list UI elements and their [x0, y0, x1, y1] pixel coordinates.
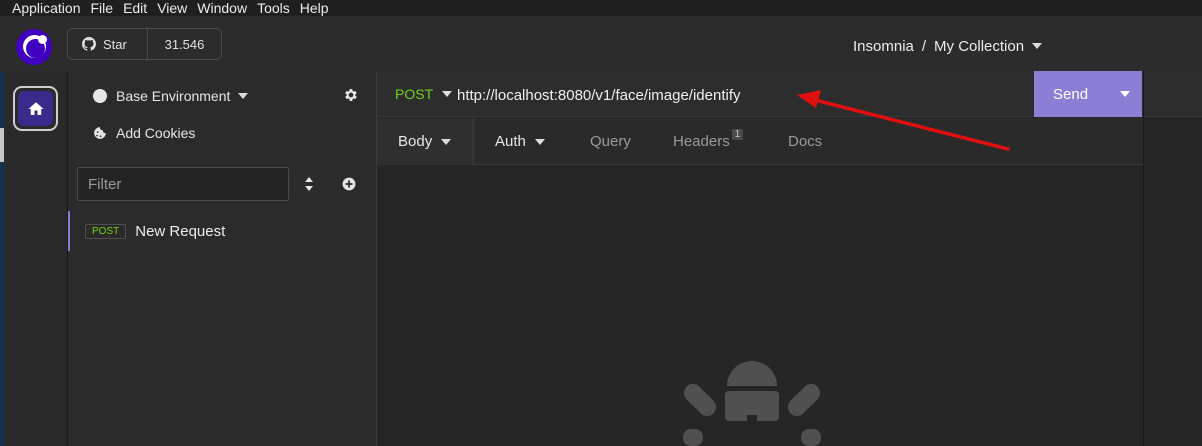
tab-headers[interactable]: Headers 1 — [673, 118, 744, 165]
tab-auth-label: Auth — [495, 133, 526, 150]
add-cookies-button[interactable]: Add Cookies — [93, 124, 195, 142]
home-icon — [28, 101, 43, 115]
github-star-button[interactable]: Star — [68, 29, 148, 59]
environment-selector[interactable]: Base Environment — [93, 87, 249, 105]
method-badge: POST — [85, 223, 127, 239]
tab-query[interactable]: Query — [590, 118, 631, 165]
breadcrumb-collection[interactable]: My Collection — [934, 38, 1024, 55]
chevron-down-icon — [534, 138, 545, 145]
send-options-button[interactable] — [1108, 71, 1142, 117]
menu-edit[interactable]: Edit — [118, 0, 152, 16]
chevron-down-icon — [442, 91, 453, 97]
url-input[interactable] — [457, 83, 1017, 107]
cookie-icon — [94, 127, 106, 139]
tab-headers-label: Headers — [673, 133, 730, 150]
app-header: Star 31.546 Insomnia / My Collection — [0, 16, 1202, 71]
tab-docs-label: Docs — [788, 133, 823, 150]
tab-query-label: Query — [590, 133, 631, 150]
add-cookies-label: Add Cookies — [116, 125, 196, 141]
environment-label: Base Environment — [116, 88, 231, 104]
headers-count-badge: 1 — [731, 129, 744, 140]
gear-icon[interactable] — [343, 87, 359, 103]
navigation-rail — [4, 71, 68, 446]
filter-input[interactable] — [77, 167, 289, 201]
chevron-down-icon — [1120, 91, 1130, 97]
tab-docs[interactable]: Docs — [788, 118, 822, 165]
menu-window[interactable]: Window — [192, 0, 252, 16]
response-status-bar — [1144, 71, 1202, 117]
chevron-down-icon — [238, 93, 249, 99]
breadcrumb-project[interactable]: Insomnia — [853, 38, 914, 55]
send-button[interactable]: Send — [1034, 86, 1108, 103]
tab-body[interactable]: Body — [377, 118, 474, 165]
request-tabs: Body Auth Query Headers 1 Docs — [377, 118, 1143, 165]
chevron-down-icon — [441, 138, 452, 145]
tab-body-label: Body — [398, 133, 433, 150]
url-bar: POST Send — [377, 71, 1143, 117]
star-count[interactable]: 31.546 — [148, 29, 221, 59]
menu-application[interactable]: Application — [0, 0, 86, 16]
github-icon — [82, 37, 96, 51]
request-list-item[interactable]: POST New Request — [68, 211, 376, 251]
empty-state-icon — [683, 361, 821, 446]
request-name: New Request — [135, 222, 226, 240]
menu-file[interactable]: File — [86, 0, 119, 16]
logo-icon[interactable] — [16, 29, 52, 65]
send-group: Send — [1034, 71, 1142, 117]
breadcrumb: Insomnia / My Collection — [853, 36, 1043, 56]
add-circle-icon[interactable] — [342, 177, 356, 191]
github-star-group: Star 31.546 — [67, 28, 222, 60]
response-pane — [1143, 71, 1202, 446]
home-button[interactable] — [13, 86, 58, 131]
environment-dot-icon — [93, 89, 107, 103]
chevron-down-icon[interactable] — [1032, 43, 1043, 49]
method-label: POST — [395, 86, 434, 102]
tab-auth[interactable]: Auth — [495, 118, 545, 165]
sort-icon[interactable] — [304, 176, 314, 192]
app-window: Application File Edit View Window Tools … — [0, 0, 1202, 446]
sidebar: Base Environment Add Cookies POST New Re… — [68, 71, 377, 446]
menu-view[interactable]: View — [152, 0, 192, 16]
star-label: Star — [103, 36, 127, 52]
request-pane: POST Send Body Auth Query — [377, 71, 1143, 446]
menu-tools[interactable]: Tools — [252, 0, 295, 16]
menu-help[interactable]: Help — [295, 0, 334, 16]
method-dropdown[interactable]: POST — [395, 86, 453, 102]
breadcrumb-separator: / — [921, 37, 927, 55]
menu-bar: Application File Edit View Window Tools … — [0, 0, 1202, 16]
